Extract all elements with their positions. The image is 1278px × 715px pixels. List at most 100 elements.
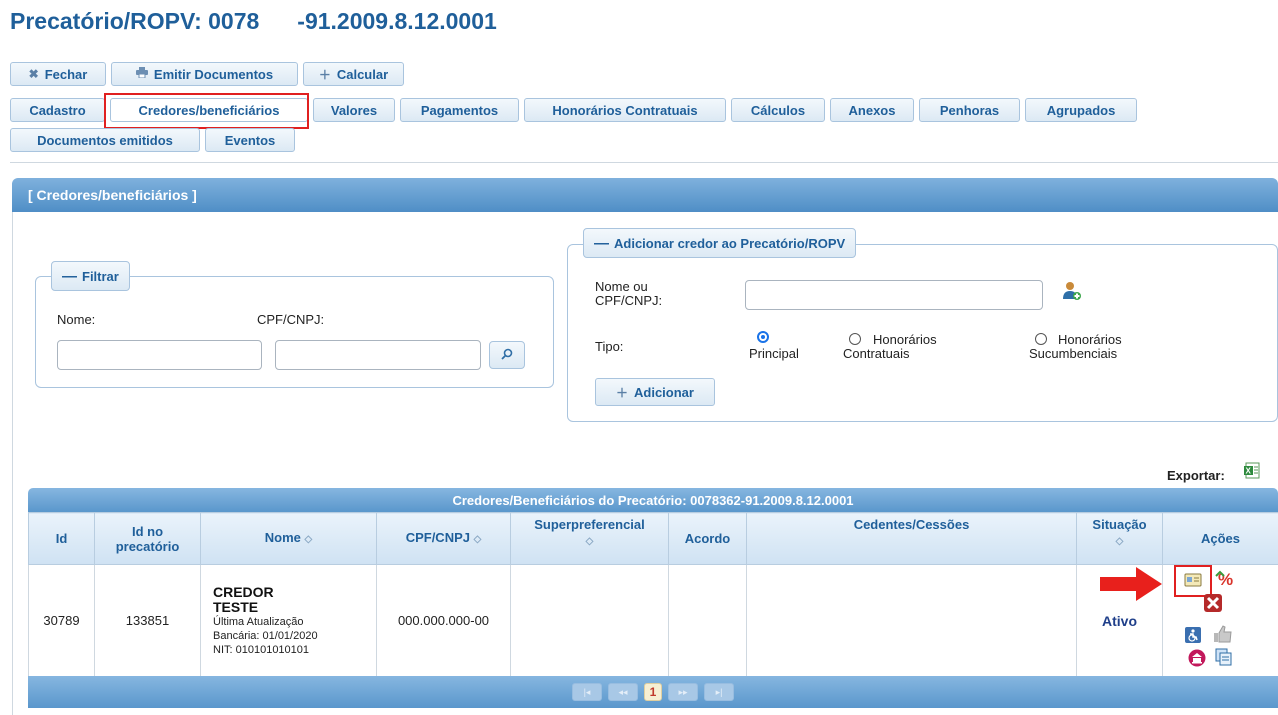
- radio-contratuais-label-1: Honorários: [873, 332, 937, 347]
- bank-icon[interactable]: [1188, 649, 1206, 670]
- filter-cpf-input[interactable]: [275, 340, 481, 370]
- col-header-label: Superpreferencial: [534, 517, 645, 532]
- tab-agrupados[interactable]: Agrupados: [1025, 98, 1137, 122]
- tab-label: Pagamentos: [420, 102, 499, 118]
- grid-caption: Credores/Beneficiários do Precatório: 00…: [28, 488, 1278, 512]
- cell-cedentes: [746, 564, 1077, 677]
- copy-icon[interactable]: [1215, 648, 1233, 669]
- add-user-icon[interactable]: [1062, 281, 1082, 304]
- pager-first-button[interactable]: |◂: [572, 683, 602, 701]
- col-nome[interactable]: Nome ◇: [200, 512, 377, 565]
- thumbs-up-icon[interactable]: [1213, 624, 1233, 647]
- radio-sucumbenciais-label-2: Sucumbenciais: [1029, 346, 1118, 361]
- collapse-icon: —: [594, 234, 609, 252]
- panel-header: [ Credores/beneficiários ]: [12, 178, 1278, 212]
- tipo-label: Tipo:: [595, 339, 624, 354]
- add-creditor-label: Adicionar: [634, 384, 694, 400]
- close-button[interactable]: ✖ Fechar: [10, 62, 106, 86]
- col-header-label: CPF/CNPJ: [405, 530, 470, 545]
- tab-valores[interactable]: Valores: [313, 98, 395, 122]
- tab-label: Valores: [330, 102, 378, 118]
- cell-cpf: 000.000.000-00: [376, 564, 511, 677]
- close-button-label: Fechar: [44, 66, 88, 82]
- radio-honorarios-contratuais[interactable]: [849, 333, 861, 345]
- pager-current-page[interactable]: 1: [644, 683, 662, 701]
- add-name-label-line: CPF/CNPJ:: [595, 293, 663, 308]
- col-header-label: Situação: [1092, 517, 1147, 532]
- sort-icon: ◇: [304, 534, 313, 545]
- add-creditor-legend-label: Adicionar credor ao Precatório/ROPV: [614, 235, 846, 251]
- title-part-2: -91.2009.8.12.0001: [297, 8, 497, 34]
- filter-search-button[interactable]: [489, 341, 525, 369]
- col-situacao[interactable]: Situação ◇: [1076, 512, 1163, 565]
- tab-label: Penhoras: [939, 102, 1000, 118]
- status-badge: Ativo: [1102, 612, 1137, 629]
- col-id[interactable]: Id: [28, 512, 95, 565]
- creditor-detail: Bancária: 01/01/2020: [213, 629, 318, 642]
- title-part-1: Precatório/ROPV: 0078: [10, 8, 260, 34]
- radio-contratuais-label-2: Contratuais: [843, 346, 910, 361]
- filter-legend-toggle[interactable]: — Filtrar: [51, 261, 130, 291]
- table-row: 30789 133851 CREDOR TESTE Última Atualiz…: [28, 564, 1278, 677]
- table-header-row: Id Id no precatório Nome ◇ CPF/CNPJ ◇ Sup…: [28, 512, 1278, 565]
- sort-icon: ◇: [1115, 536, 1124, 547]
- excel-icon[interactable]: X: [1243, 462, 1261, 483]
- col-id-precatorio[interactable]: Id no precatório: [94, 512, 201, 565]
- tab-pagamentos[interactable]: Pagamentos: [400, 98, 519, 122]
- add-creditor-legend-toggle[interactable]: — Adicionar credor ao Precatório/ROPV: [583, 228, 857, 258]
- tab-label: Cadastro: [29, 102, 86, 118]
- filter-box: [35, 276, 554, 388]
- pager-last-button[interactable]: ▸|: [704, 683, 734, 701]
- divider: [10, 162, 1278, 163]
- creditors-table: Id Id no precatório Nome ◇ CPF/CNPJ ◇ Sup…: [28, 512, 1278, 677]
- add-creditor-button[interactable]: ＋ Adicionar: [595, 378, 715, 406]
- tab-calculos[interactable]: Cálculos: [731, 98, 825, 122]
- pager: |◂ ◂◂ 1 ▸▸ ▸|: [28, 676, 1278, 708]
- plus-icon: ＋: [318, 67, 331, 82]
- tab-eventos[interactable]: Eventos: [205, 128, 295, 152]
- cell-acordo: [668, 564, 747, 677]
- radio-honorarios-sucumbenciais[interactable]: [1035, 333, 1047, 345]
- radio-principal[interactable]: [757, 331, 769, 343]
- emit-documents-label: Emitir Documentos: [153, 66, 274, 82]
- printer-icon: [135, 67, 148, 81]
- tab-anexos[interactable]: Anexos: [830, 98, 914, 122]
- calculate-button[interactable]: ＋ Calcular: [303, 62, 404, 86]
- col-cpf[interactable]: CPF/CNPJ ◇: [376, 512, 511, 565]
- edit-card-icon[interactable]: [1184, 572, 1202, 591]
- creditor-name-line: TESTE: [213, 598, 259, 615]
- calculate-label: Calcular: [336, 66, 389, 82]
- col-superpreferencial[interactable]: Superpreferencial ◇: [510, 512, 669, 565]
- cell-superpreferencial: [510, 564, 669, 677]
- delete-icon[interactable]: [1204, 594, 1222, 615]
- radio-sucumbenciais-label-1: Honorários: [1058, 332, 1122, 347]
- col-acordo[interactable]: Acordo: [668, 512, 747, 565]
- cell-nome: CREDOR TESTE Última Atualização Bancária…: [200, 564, 377, 677]
- search-icon: [501, 348, 513, 363]
- sort-icon: ◇: [473, 534, 482, 545]
- tab-documentos-emitidos[interactable]: Documentos emitidos: [10, 128, 200, 152]
- add-name-input[interactable]: [745, 280, 1043, 310]
- filter-nome-input[interactable]: [57, 340, 262, 370]
- emit-documents-button[interactable]: Emitir Documentos: [111, 62, 298, 86]
- filter-nome-label: Nome:: [57, 312, 96, 327]
- pager-next-button[interactable]: ▸▸: [668, 683, 698, 701]
- col-acoes: Ações: [1162, 512, 1278, 565]
- filter-legend-label: Filtrar: [82, 268, 119, 284]
- add-name-label-line: Nome ou: [595, 279, 648, 294]
- pager-prev-button[interactable]: ◂◂: [608, 683, 638, 701]
- creditor-detail: NIT: 010101010101: [213, 643, 310, 656]
- col-cedentes[interactable]: Cedentes/Cessões: [746, 512, 1077, 565]
- tab-label: Documentos emitidos: [37, 132, 173, 148]
- tab-label: Anexos: [848, 102, 896, 118]
- radio-principal-label: Principal: [749, 346, 799, 361]
- tab-honorarios[interactable]: Honorários Contratuais: [524, 98, 726, 122]
- export-label: Exportar:: [1167, 468, 1225, 483]
- tab-penhoras[interactable]: Penhoras: [919, 98, 1020, 122]
- col-header-line: precatório: [115, 538, 180, 554]
- plus-icon: ＋: [616, 385, 629, 400]
- accessibility-icon[interactable]: [1185, 627, 1201, 646]
- percent-icon[interactable]: %: [1215, 568, 1235, 591]
- tab-cadastro[interactable]: Cadastro: [10, 98, 105, 122]
- filter-cpf-label: CPF/CNPJ:: [257, 312, 325, 327]
